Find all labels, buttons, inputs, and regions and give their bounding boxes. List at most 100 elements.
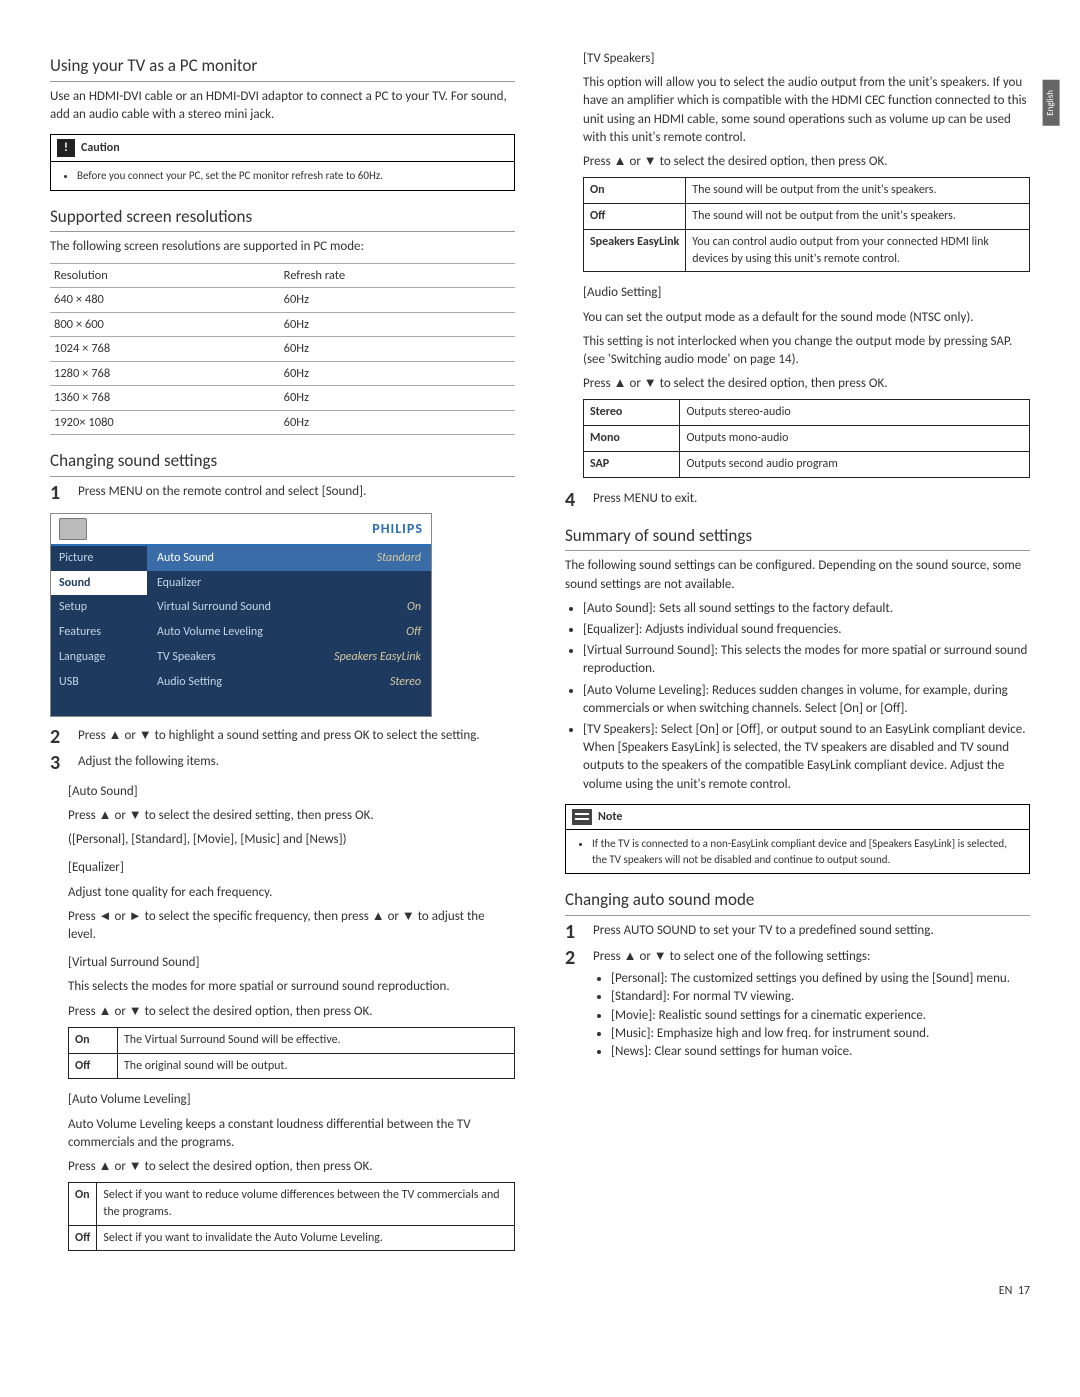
res-col1: Resolution [50,263,280,288]
tv-setting-row: TV SpeakersSpeakers EasyLink [147,645,431,670]
tv-setting-row: Equalizer [147,571,431,596]
table-cell: You can control audio output from your c… [686,229,1030,272]
list-item: [News]: Clear sound settings for human v… [611,1043,1030,1061]
table-cell: 60Hz [280,288,515,313]
table-cell: On [69,1027,118,1053]
avl-p2: Press ▲ or ▼ to select the desired optio… [68,1158,515,1176]
avl-p1: Auto Volume Leveling keeps a constant lo… [68,1116,515,1152]
table-cell: The original sound will be output. [117,1053,514,1079]
pc-intro: Use an HDMI-DVI cable or an HDMI-DVI ada… [50,88,515,124]
table-cell: 640 × 480 [50,288,280,313]
list-item: [Personal]: The customized settings you … [611,970,1030,988]
tvs-p2: Press ▲ or ▼ to select the desired optio… [583,153,1030,171]
list-item: [Movie]: Realistic sound settings for a … [611,1007,1030,1025]
avl-h: [Auto Volume Leveling] [68,1091,515,1109]
eq-p2: Press ◄ or ► to select the specific freq… [68,908,515,944]
tvs-h: [TV Speakers] [583,50,1030,68]
aud-table: StereoOutputs stereo-audioMonoOutputs mo… [583,399,1030,477]
caution-item: Before you connect your PC, set the PC m… [77,168,504,183]
table-cell: 1280 × 768 [50,361,280,386]
table-cell: Outputs second audio program [680,451,1030,477]
res-intro: The following screen resolutions are sup… [50,238,515,256]
table-cell: Select if you want to reduce volume diff… [97,1183,515,1226]
table-cell: 1920× 1080 [50,410,280,435]
aud-p3: Press ▲ or ▼ to select the desired optio… [583,375,1030,393]
auto-sound-p1: Press ▲ or ▼ to select the desired setti… [68,807,515,825]
heading-pc-monitor: Using your TV as a PC monitor [50,54,515,82]
table-cell: 800 × 600 [50,312,280,337]
caution-box: ! Caution Before you connect your PC, se… [50,134,515,190]
table-cell: Off [69,1053,118,1079]
summary-intro: The following sound settings can be conf… [565,557,1030,593]
caution-label: Caution [81,140,120,157]
note-item: If the TV is connected to a non-EasyLink… [592,836,1019,867]
table-cell: Outputs stereo-audio [680,400,1030,426]
step1: Press MENU on the remote control and sel… [78,483,515,503]
aud-h: [Audio Setting] [583,284,1030,302]
tv-setting-row: Virtual Surround SoundOn [147,595,431,620]
list-item: [Equalizer]: Adjusts individual sound fr… [583,621,1030,639]
language-tab: English [1043,80,1060,126]
vss-p1: This selects the modes for more spatial … [68,978,515,996]
tv-cat: Picture [51,546,147,571]
tvs-table: OnThe sound will be output from the unit… [583,177,1030,272]
table-cell: Off [584,203,686,229]
list-item: [Auto Sound]: Sets all sound settings to… [583,600,1030,618]
tv-setting-row: Auto Volume LevelingOff [147,620,431,645]
heading-summary: Summary of sound settings [565,524,1030,552]
table-cell: 60Hz [280,361,515,386]
heading-sound: Changing sound settings [50,449,515,477]
list-item: [Standard]: For normal TV viewing. [611,988,1030,1006]
table-cell: 1360 × 768 [50,386,280,411]
tvs-p1: This option will allow you to select the… [583,74,1030,147]
step3: Adjust the following items. [78,753,515,773]
vss-h: [Virtual Surround Sound] [68,954,515,972]
table-cell: 60Hz [280,386,515,411]
auto-sound-list: [Personal]: The customized settings you … [593,970,1030,1061]
aud-p2: This setting is not interlocked when you… [583,333,1030,369]
summary-list: [Auto Sound]: Sets all sound settings to… [565,600,1030,794]
table-cell: Outputs mono-audio [680,426,1030,452]
list-item: [Music]: Emphasize high and low freq. fo… [611,1025,1030,1043]
list-item: [Auto Volume Leveling]: Reduces sudden c… [583,682,1030,718]
tv-setting-row: Auto SoundStandard [147,546,431,571]
tv-cat: Setup [51,595,147,620]
note-icon [572,809,592,825]
heading-resolutions: Supported screen resolutions [50,205,515,233]
table-cell: The Virtual Surround Sound will be effec… [117,1027,514,1053]
table-cell: 1024 × 768 [50,337,280,362]
note-label: Note [598,809,622,826]
table-cell: Select if you want to invalidate the Aut… [97,1225,515,1251]
table-cell: SAP [584,451,680,477]
step2: Press ▲ or ▼ to highlight a sound settin… [78,727,515,747]
eq-p1: Adjust tone quality for each frequency. [68,884,515,902]
table-cell: The sound will not be output from the un… [686,203,1030,229]
table-cell: 60Hz [280,337,515,362]
caution-icon: ! [57,139,75,157]
tv-setting-row: Audio SettingStereo [147,670,431,695]
auto-step2: Press ▲ or ▼ to select one of the follow… [593,949,870,964]
table-cell: Off [69,1225,97,1251]
table-cell: The sound will be output from the unit's… [686,178,1030,204]
table-cell: Stereo [584,400,680,426]
eq-h: [Equalizer] [68,859,515,877]
table-cell: On [584,178,686,204]
auto-sound-h: [Auto Sound] [68,783,515,801]
table-cell: 60Hz [280,410,515,435]
table-cell: 60Hz [280,312,515,337]
tv-menu-screenshot: PHILIPS PictureSoundSetupFeaturesLanguag… [50,513,432,717]
heading-auto-sound: Changing auto sound mode [565,888,1030,916]
note-box: Note If the TV is connected to a non-Eas… [565,804,1030,875]
aud-p1: You can set the output mode as a default… [583,309,1030,327]
list-item: [Virtual Surround Sound]: This selects t… [583,642,1030,678]
table-cell: Speakers EasyLink [584,229,686,272]
page-footer: EN 17 [50,1283,1030,1300]
vss-p2: Press ▲ or ▼ to select the desired optio… [68,1003,515,1021]
philips-logo: PHILIPS [372,519,423,539]
tv-cat: Language [51,645,147,670]
auto-sound-p2: ([Personal], [Standard], [Movie], [Music… [68,831,515,849]
tv-cat: USB [51,670,147,695]
tv-cat: Features [51,620,147,645]
table-cell: On [69,1183,97,1226]
vss-table: OnThe Virtual Surround Sound will be eff… [68,1027,515,1080]
